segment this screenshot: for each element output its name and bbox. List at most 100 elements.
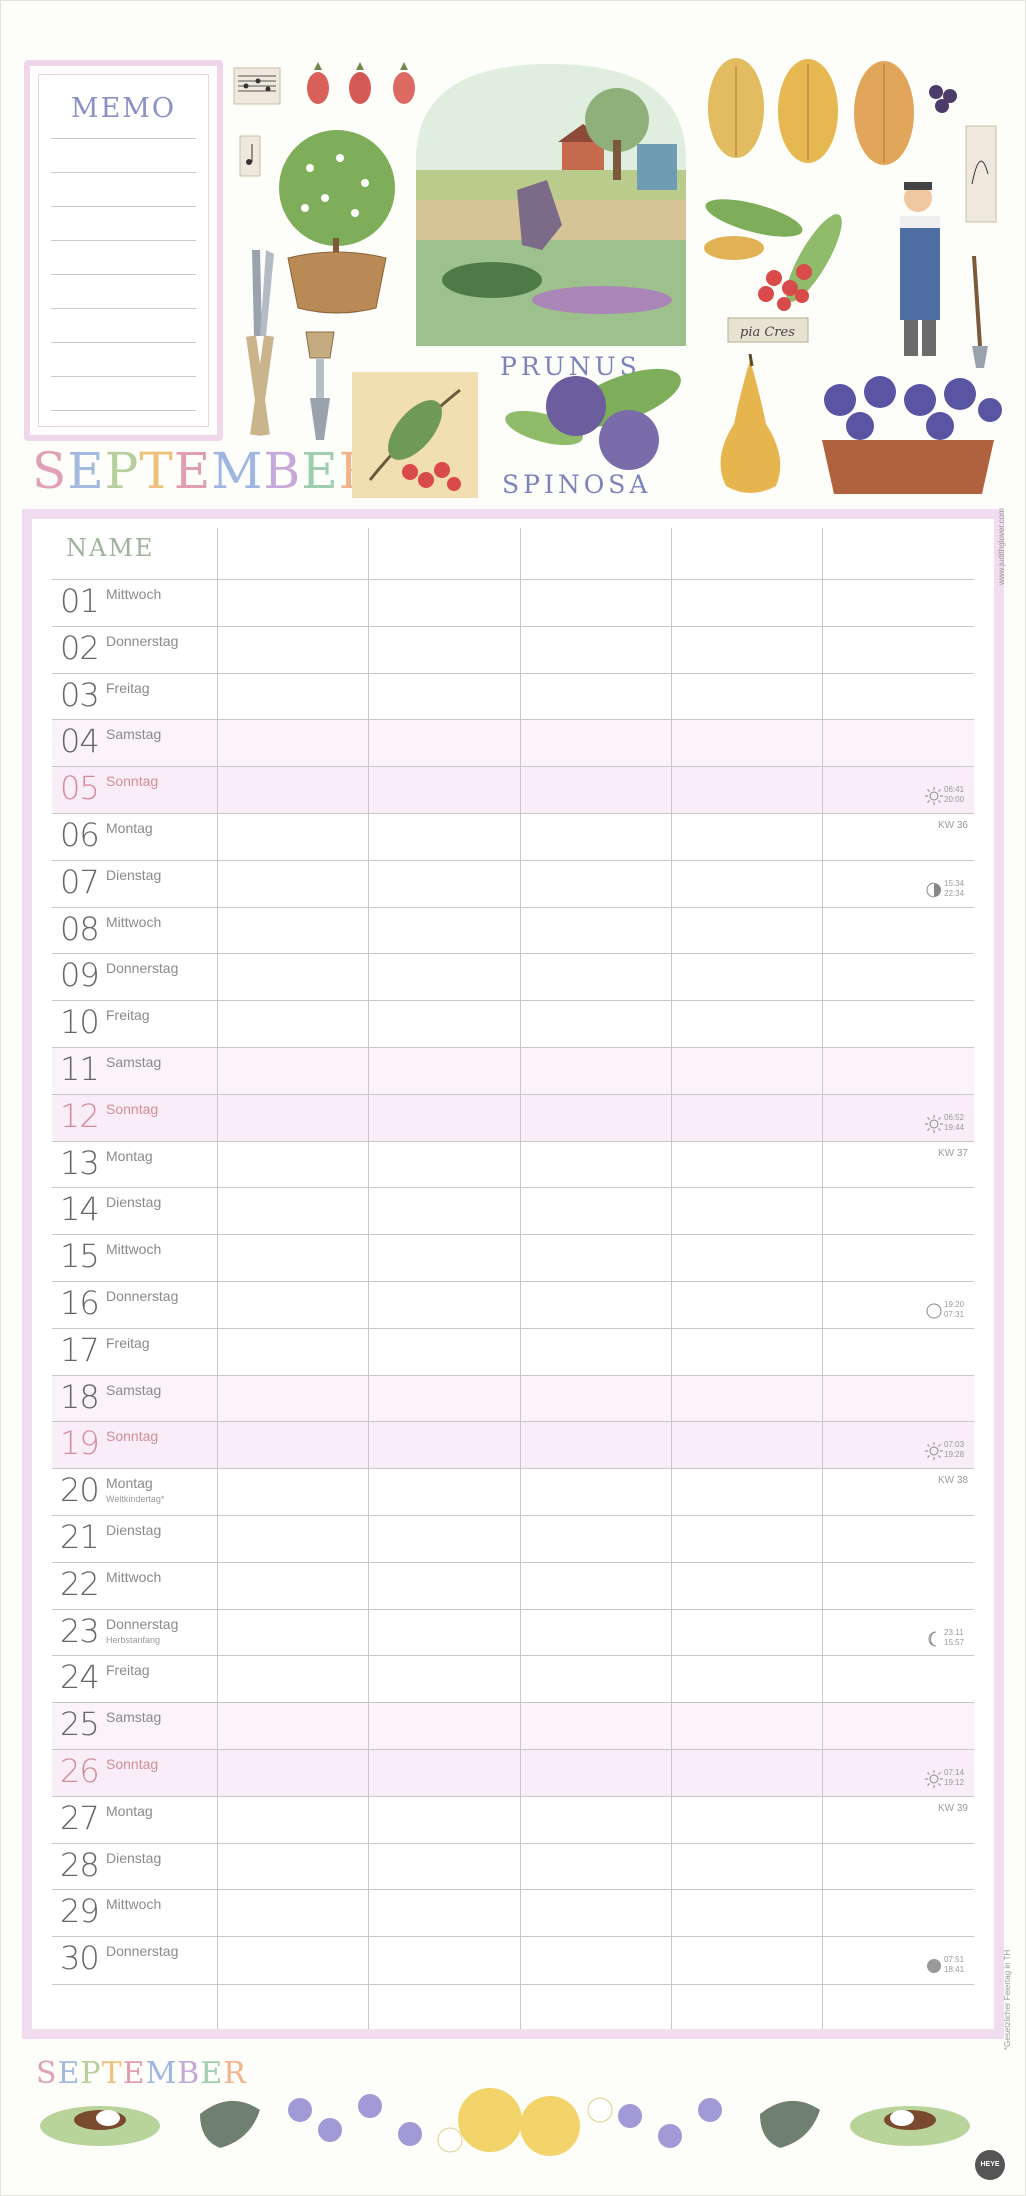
month-title-letter: B: [263, 442, 302, 500]
garden-scene-illustration: [416, 64, 686, 346]
weekday-label: Sonntag: [106, 773, 159, 790]
sloe-plums-illustration: [505, 368, 681, 470]
day-number: 11: [60, 1050, 100, 1088]
time-value: 19:20: [944, 1300, 965, 1309]
half-moon-icon: [925, 881, 943, 899]
new-moon-icon: [925, 1957, 943, 1975]
calendar-row[interactable]: 17 Freitag: [52, 1327, 974, 1375]
day-number: 01: [60, 582, 100, 620]
weekday-label: Dienstag: [106, 1522, 162, 1538]
memo-line[interactable]: [51, 206, 196, 207]
column-divider: [217, 528, 218, 2029]
calendar-row[interactable]: 02 Donnerstag: [52, 625, 974, 673]
day-number: 02: [60, 628, 100, 667]
rise-set-times: 06:52 19:44: [944, 1113, 970, 1133]
weekday-label: Donnerstag: [106, 1943, 179, 1960]
time-value: 19:44: [944, 1122, 965, 1132]
full-moon-icon: [925, 1302, 943, 1320]
memo-line[interactable]: [51, 274, 196, 275]
calendar-row[interactable]: 16 Donnerstag 19:20 07:31: [52, 1281, 974, 1328]
time-value: 07:31: [944, 1310, 965, 1319]
weekday-label: Dienstag: [106, 866, 162, 883]
name-header: NAME: [66, 534, 155, 562]
column-divider: [520, 528, 521, 2029]
calendar-row[interactable]: 20 Montag Weltkindertag* KW 38: [52, 1468, 974, 1515]
memo-line[interactable]: [51, 138, 196, 139]
weekday-label: Donnerstag: [106, 960, 179, 977]
calendar-row[interactable]: 08 Mittwoch: [52, 906, 974, 954]
memo-line[interactable]: [51, 172, 196, 173]
memo-line[interactable]: [51, 308, 196, 309]
column-divider: [822, 528, 823, 2029]
day-number: 03: [60, 675, 100, 714]
holiday-label: Weltkindertag*: [106, 1494, 165, 1505]
calendar-row[interactable]: 25 Samstag: [52, 1702, 974, 1750]
day-number: 24: [60, 1658, 100, 1697]
day-number: 25: [60, 1705, 100, 1744]
rise-set-times: 15:34 22:34: [944, 879, 970, 899]
music-scrap-illustration: [239, 135, 261, 177]
crescent-icon: [925, 1630, 943, 1648]
rise-set-times: 07:51 18:41: [944, 1955, 970, 1975]
month-title-letter: E: [173, 442, 212, 500]
weekday-label: Montag: [106, 820, 153, 836]
calendar-row[interactable]: 01 Mittwoch: [52, 579, 974, 626]
calendar-row[interactable]: 21 Dienstag: [52, 1515, 974, 1562]
calendar-row[interactable]: 03 Freitag: [52, 672, 974, 720]
day-number: 08: [60, 909, 100, 948]
trowel-illustration: [305, 331, 335, 440]
gardener-illustration: [900, 182, 988, 368]
calendar-row[interactable]: 18 Samstag: [52, 1374, 974, 1422]
rosehips-illustration: [307, 62, 415, 104]
row-divider: [52, 1984, 974, 1985]
weekday-label: Donnerstag: [106, 632, 179, 649]
day-number: 29: [60, 1892, 100, 1931]
week-number: KW 39: [937, 1802, 968, 1814]
calendar-row[interactable]: 24 Freitag: [52, 1655, 974, 1702]
day-number: 20: [60, 1471, 100, 1510]
pansy-planter-illustration: [822, 376, 1002, 494]
month-title-letter: T: [139, 442, 174, 500]
calendar-row[interactable]: 15 Mittwoch: [52, 1234, 974, 1281]
calendar-row[interactable]: 28 Dienstag: [52, 1842, 974, 1890]
weekday-label: Samstag: [106, 1054, 162, 1070]
calendar-row[interactable]: 22 Mittwoch: [52, 1561, 974, 1609]
rise-set-times: 23:11 15:57: [944, 1628, 970, 1648]
calendar-row[interactable]: 29 Mittwoch: [52, 1889, 974, 1936]
week-number: KW 36: [937, 820, 968, 831]
memo-box: MEMO: [24, 60, 223, 441]
publisher-logo: HEYE: [975, 2150, 1005, 2180]
memo-line[interactable]: [51, 376, 196, 377]
day-number: 22: [60, 1564, 100, 1603]
weekday-label: Samstag: [106, 1709, 162, 1726]
day-number: 27: [60, 1798, 100, 1837]
memo-line[interactable]: [51, 240, 196, 241]
calendar-row[interactable]: 12 Sonntag 06:52 19:44: [52, 1093, 974, 1141]
calendar-row[interactable]: 30 Donnerstag 07:51 18:41: [52, 1936, 974, 1983]
calendar-row[interactable]: 27 Montag KW 39: [52, 1795, 974, 1843]
month-title-letter: S: [32, 442, 68, 500]
calendar-row[interactable]: 04 Samstag: [52, 719, 974, 767]
calendar-row[interactable]: 05 Sonntag 06:41 20:00: [52, 766, 974, 814]
calendar-row[interactable]: 13 Montag KW 37: [52, 1140, 974, 1188]
weekday-label: Sonntag: [106, 1428, 159, 1445]
memo-line[interactable]: [51, 410, 196, 411]
label-tag: pia Cres: [740, 325, 795, 340]
calendar-row[interactable]: 10 Freitag: [52, 1000, 974, 1047]
calendar-row[interactable]: 09 Donnerstag: [52, 953, 974, 1000]
time-value: 19:28: [944, 1450, 965, 1460]
calendar-row[interactable]: 07 Dienstag 15:34 22:34: [52, 859, 974, 907]
weekday-label: Samstag: [106, 726, 162, 743]
calendar-row[interactable]: 23 Donnerstag Herbstanfang 23:11 15:57: [52, 1608, 974, 1656]
pear-illustration: [720, 354, 781, 493]
calendar-row[interactable]: 11 Samstag: [52, 1047, 974, 1094]
time-value: 06:41: [944, 785, 965, 795]
memo-line[interactable]: [51, 342, 196, 343]
weekday-label: Donnerstag: [106, 1288, 179, 1304]
calendar-row[interactable]: 19 Sonntag 07:03 19:28: [52, 1421, 974, 1469]
calendar-row[interactable]: 26 Sonntag 07:14 19:12: [52, 1749, 974, 1796]
sun-icon: [925, 1442, 943, 1461]
calendar-row[interactable]: 06 Montag KW 36: [52, 813, 974, 860]
calendar-row[interactable]: 14 Dienstag: [52, 1187, 974, 1234]
memo-inner: MEMO: [38, 74, 209, 427]
